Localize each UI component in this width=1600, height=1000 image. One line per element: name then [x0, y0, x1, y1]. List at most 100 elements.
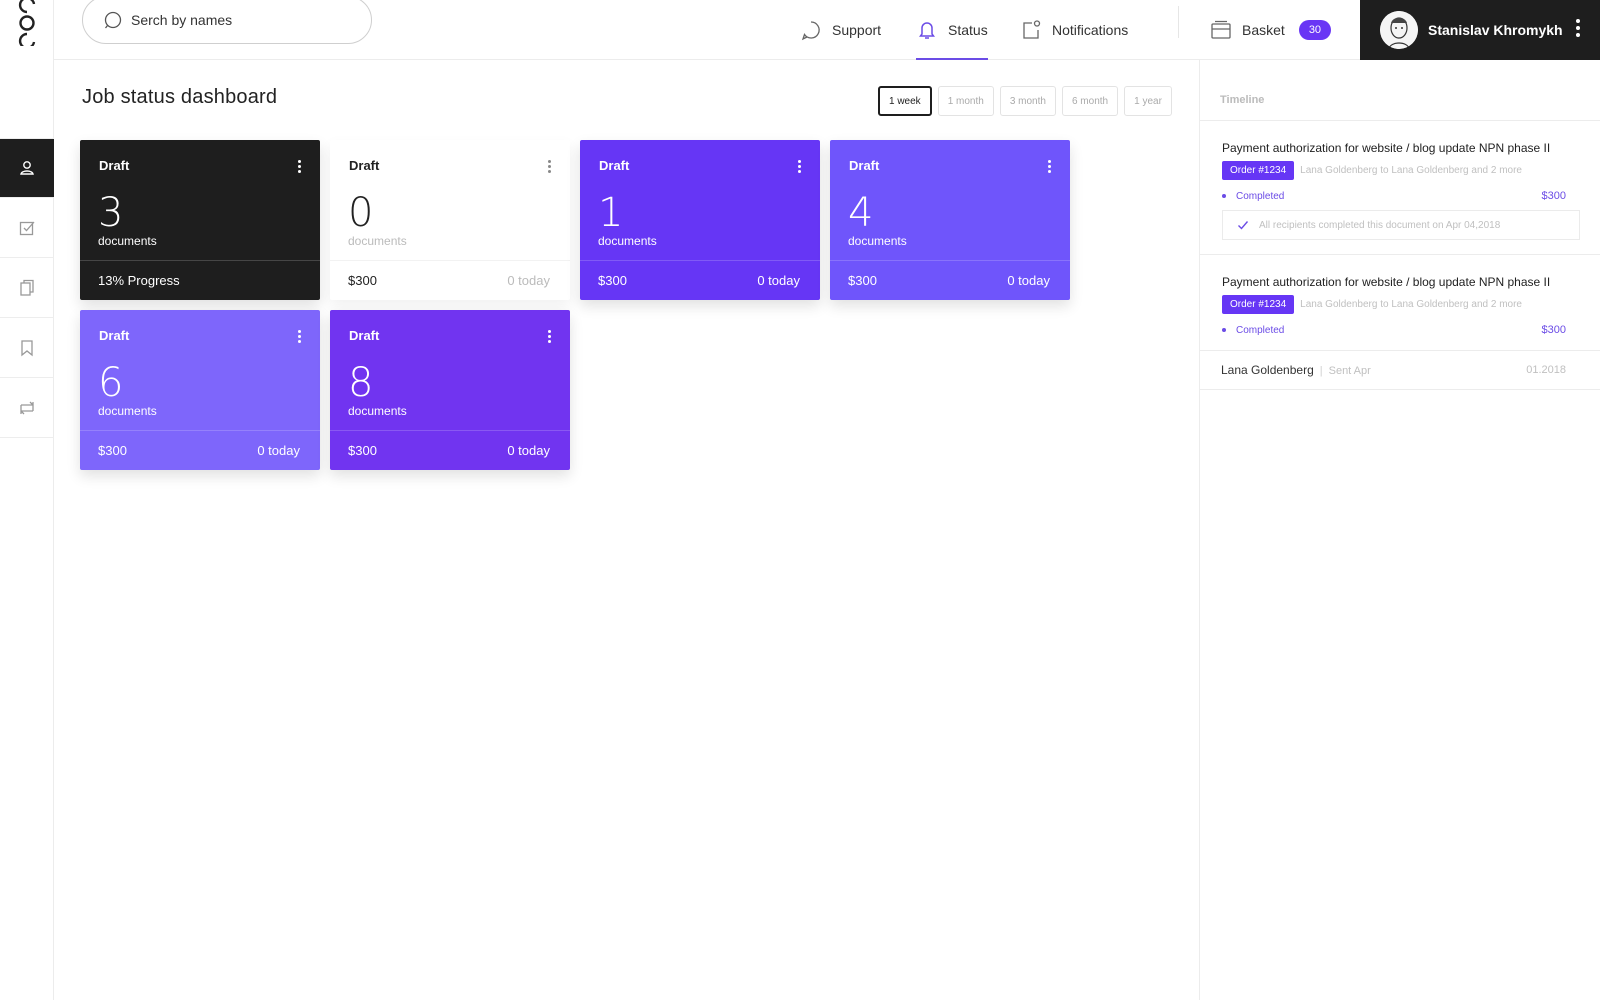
sidebar [0, 0, 54, 1000]
card-unit: documents [348, 234, 407, 248]
card-footer: $300 0 today [330, 260, 570, 300]
card-title: Draft [349, 158, 380, 173]
basket-count-badge: 30 [1298, 20, 1332, 40]
card-menu-icon[interactable] [296, 160, 302, 176]
card-today: 0 today [757, 273, 800, 288]
card-today: 0 today [507, 443, 550, 458]
timeline-entry-note: All recipients completed this document o… [1222, 210, 1580, 240]
card-footer: $300 0 today [580, 260, 820, 300]
card-unit: documents [598, 234, 657, 248]
status-card-2[interactable]: Draft 0 documents $300 0 today [330, 140, 570, 300]
order-badge[interactable]: Order #1234 [1222, 295, 1295, 314]
range-1-month[interactable]: 1 month [937, 86, 994, 116]
card-menu-icon[interactable] [296, 330, 302, 346]
bookmark-icon [21, 339, 33, 356]
timeline-sent-row[interactable]: Lana Goldenberg | Sent Apr 01.2018 [1200, 351, 1600, 390]
card-title: Draft [849, 158, 880, 173]
avatar [1380, 11, 1418, 49]
user-menu-area[interactable]: Stanislav Khromykh [1360, 0, 1600, 60]
range-6-month[interactable]: 6 month [1061, 86, 1119, 116]
status-dot-icon [1222, 194, 1226, 198]
status-card-1[interactable]: Draft 3 documents 13% Progress [80, 140, 320, 300]
card-footer: $300 0 today [80, 430, 320, 470]
card-progress: 13% Progress [98, 273, 180, 288]
timeline-entry-title: Payment authorization for website / blog… [1222, 275, 1551, 289]
timeline-entry-recipients: Lana Goldenberg to Lana Goldenberg and 2… [1300, 299, 1522, 310]
timeline-entry-amount: $300 [1541, 324, 1566, 336]
card-menu-icon[interactable] [796, 160, 802, 176]
card-unit: documents [98, 234, 157, 248]
card-menu-icon[interactable] [1046, 160, 1052, 176]
card-title: Draft [349, 328, 380, 343]
nav-status[interactable]: Status [916, 0, 988, 60]
timeline-entry-amount: $300 [1541, 190, 1566, 202]
kebab-menu-icon[interactable] [1572, 16, 1584, 40]
card-footer: $300 0 today [330, 430, 570, 470]
sidebar-item-bookmarks[interactable] [0, 318, 54, 378]
timeline-entry-meta: Order #1234 Lana Goldenberg to Lana Gold… [1222, 161, 1566, 180]
card-amount: $300 [98, 443, 127, 458]
bell-icon [919, 22, 935, 39]
card-amount: $300 [848, 273, 877, 288]
card-title: Draft [99, 328, 130, 343]
status-card-4[interactable]: Draft 4 documents $300 0 today [830, 140, 1070, 300]
timeline-entry-status-row: Completed $300 [1222, 190, 1566, 202]
nav-notifications-label: Notifications [1052, 22, 1129, 38]
order-badge[interactable]: Order #1234 [1222, 161, 1295, 180]
chat-bubble-icon [801, 21, 820, 41]
status-card-3[interactable]: Draft 1 documents $300 0 today [580, 140, 820, 300]
sidebar-item-documents[interactable] [0, 258, 54, 318]
status-card-5[interactable]: Draft 6 documents $300 0 today [80, 310, 320, 470]
timeline-entry-meta: Order #1234 Lana Goldenberg to Lana Gold… [1222, 295, 1566, 314]
nav-notifications[interactable]: Notifications [1020, 0, 1128, 60]
card-today: 0 today [257, 443, 300, 458]
timeline-entry[interactable]: Payment authorization for website / blog… [1200, 255, 1600, 351]
card-count: 8 [348, 360, 374, 406]
logo-icon [18, 0, 36, 46]
user-name: Stanislav Khromykh [1428, 22, 1563, 38]
note-text: All recipients completed this document o… [1259, 219, 1501, 231]
search-box[interactable] [82, 0, 372, 44]
nav-divider [1178, 6, 1179, 38]
user-icon [20, 161, 34, 175]
separator: | [1319, 365, 1323, 377]
range-3-month[interactable]: 3 month [999, 86, 1056, 116]
timeline-heading: Timeline [1200, 60, 1600, 121]
nav-support-label: Support [832, 22, 882, 38]
card-count: 3 [98, 190, 124, 236]
notification-icon [1023, 20, 1041, 39]
transfer-icon [20, 401, 34, 414]
card-count: 4 [848, 190, 874, 236]
card-menu-icon[interactable] [546, 160, 552, 176]
range-1-week[interactable]: 1 week [878, 86, 932, 116]
card-unit: documents [98, 404, 157, 418]
card-amount: $300 [348, 273, 377, 288]
sidebar-item-transfers[interactable] [0, 378, 54, 438]
search-input[interactable] [131, 12, 351, 28]
nav-support[interactable]: Support [800, 0, 881, 60]
card-title: Draft [99, 158, 130, 173]
card-count: 1 [598, 190, 624, 236]
range-1-year[interactable]: 1 year [1124, 86, 1172, 116]
avatar-icon [1380, 11, 1418, 49]
sidebar-item-profile[interactable] [0, 138, 54, 198]
documents-icon [20, 279, 34, 296]
sidebar-item-tasks[interactable] [0, 198, 54, 258]
nav-basket[interactable]: Basket 30 [1210, 0, 1332, 60]
timeline-entry[interactable]: Payment authorization for website / blog… [1200, 121, 1600, 255]
checkbox-icon [19, 221, 35, 235]
basket-icon [1211, 20, 1231, 39]
card-count: 6 [98, 360, 124, 406]
sender-name: Lana Goldenberg [1221, 363, 1314, 377]
card-menu-icon[interactable] [546, 330, 552, 346]
page-title: Job status dashboard [82, 86, 278, 108]
card-amount: $300 [598, 273, 627, 288]
timeline-entry-recipients: Lana Goldenberg to Lana Goldenberg and 2… [1300, 165, 1522, 176]
status-card-6[interactable]: Draft 8 documents $300 0 today [330, 310, 570, 470]
card-today: 0 today [1007, 273, 1050, 288]
status-text: Completed [1236, 324, 1285, 336]
card-amount: $300 [348, 443, 377, 458]
timeline-panel: Timeline Payment authorization for websi… [1199, 60, 1600, 1000]
status-dot-icon [1222, 328, 1226, 332]
status-text: Completed [1236, 190, 1285, 202]
